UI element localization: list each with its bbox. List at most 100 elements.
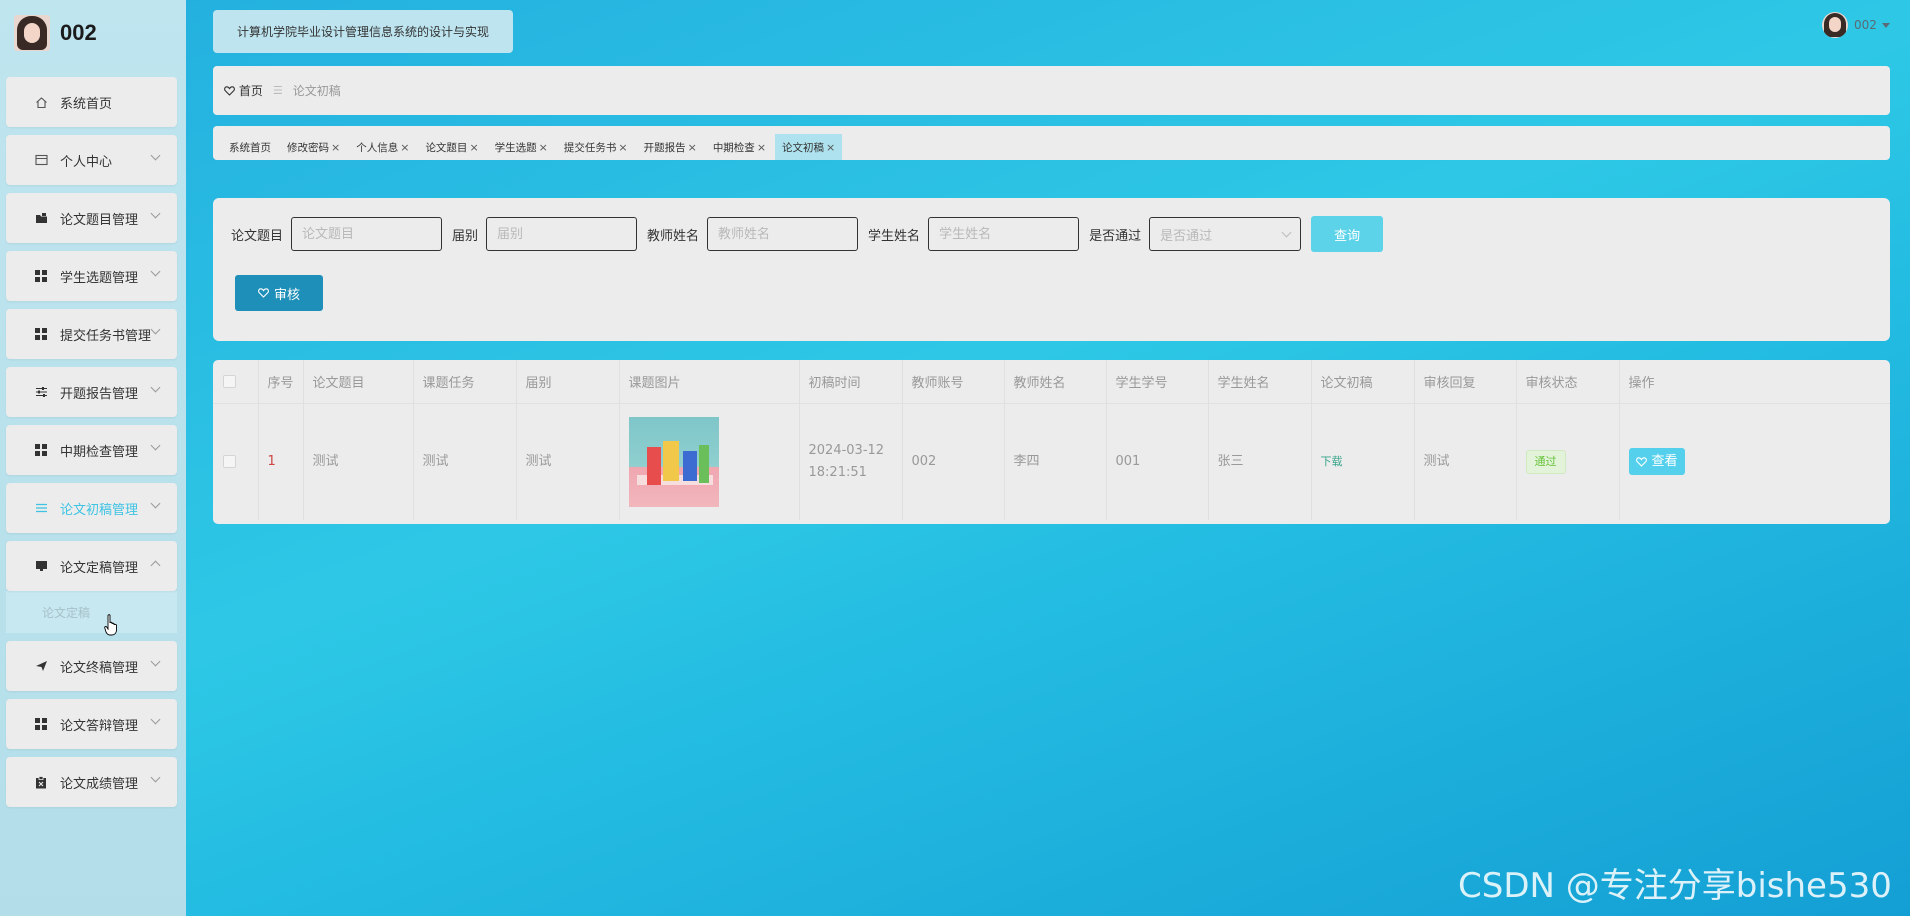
chevron-down-icon	[150, 656, 161, 667]
tab-label: 论文初稿	[782, 141, 825, 154]
close-icon[interactable]: ×	[539, 141, 548, 154]
close-icon[interactable]: ×	[688, 141, 697, 154]
tab-task-book[interactable]: 提交任务书 ×	[557, 134, 635, 160]
sidebar-item-task-book[interactable]: 提交任务书管理	[6, 309, 177, 359]
close-icon[interactable]: ×	[331, 141, 340, 154]
select-all-checkbox[interactable]	[223, 374, 236, 388]
sidebar-item-final-version[interactable]: 论文定稿管理	[6, 541, 177, 591]
cell-title: 测试	[303, 403, 414, 520]
column-header: 审核回复	[1414, 360, 1517, 404]
title-label: 论文题目	[231, 228, 284, 244]
heart-icon	[1635, 456, 1647, 467]
sidebar-item-first-draft[interactable]: 论文初稿管理	[6, 483, 177, 533]
close-icon[interactable]: ×	[400, 141, 409, 154]
close-icon[interactable]: ×	[826, 141, 835, 154]
sidebar-item-label: 学生选题管理	[60, 270, 139, 286]
tab-bar: 系统首页 修改密码 × 个人信息 × 论文题目 × 学生选题 × 提交任务书 × 开题报告…	[213, 126, 1890, 160]
sidebar-item-grades[interactable]: 论文成绩管理	[6, 757, 177, 807]
tab-thesis-topic[interactable]: 论文题目 ×	[418, 134, 485, 160]
avatar	[1822, 12, 1848, 38]
user-name: 002	[1854, 18, 1877, 32]
row-select-cell[interactable]	[213, 403, 259, 520]
chevron-down-icon	[150, 208, 161, 219]
sidebar-item-label: 论文答辩管理	[60, 718, 139, 734]
sidebar-item-final-draft[interactable]: 论文终稿管理	[6, 641, 177, 691]
column-header: 序号	[258, 360, 304, 404]
submenu-item-final-version[interactable]: 论文定稿	[6, 591, 177, 633]
user-menu[interactable]: 002	[1822, 12, 1890, 38]
sidebar-item-label: 开题报告管理	[60, 386, 139, 402]
avatar	[14, 15, 50, 51]
card-icon	[34, 153, 48, 167]
pass-select-placeholder: 是否通过	[1160, 228, 1213, 244]
cell-index: 1	[258, 403, 304, 520]
session-label: 届别	[452, 228, 479, 244]
teacher-name-input[interactable]	[707, 217, 859, 251]
grid-icon	[34, 327, 48, 341]
brand-username: 002	[60, 20, 97, 45]
pass-label: 是否通过	[1089, 228, 1142, 244]
query-button[interactable]: 查询	[1311, 216, 1384, 252]
chevron-down-icon	[150, 150, 161, 161]
search-row: 论文题目 届别 教师姓名 学生姓名 是否通过 是否通过 查询	[231, 216, 1384, 252]
sidebar-item-midterm-check[interactable]: 中期检查管理	[6, 425, 177, 475]
student-name-label: 学生姓名	[868, 228, 921, 244]
select-all-cell[interactable]	[213, 360, 259, 404]
table-header-row: 序号 论文题目 课题任务 届别 课题图片 初稿时间 教师账号 教师姓名 学生学号…	[213, 360, 1890, 404]
monitor-icon	[34, 559, 48, 573]
tab-label: 个人信息	[356, 141, 399, 154]
column-header: 论文初稿	[1311, 360, 1415, 404]
pass-select[interactable]: 是否通过	[1149, 217, 1302, 251]
close-icon[interactable]: ×	[757, 141, 766, 154]
sidebar-item-thesis-topic[interactable]: 论文题目管理	[6, 193, 177, 243]
audit-button[interactable]: 审核	[235, 275, 323, 311]
title-input[interactable]	[291, 217, 443, 251]
tab-label: 论文题目	[425, 141, 468, 154]
breadcrumb-home[interactable]: 首页	[224, 82, 263, 99]
sidebar-item-proposal-report[interactable]: 开题报告管理	[6, 367, 177, 417]
session-input[interactable]	[486, 217, 638, 251]
breadcrumb-home-label: 首页	[238, 84, 263, 98]
cell-student-no: 001	[1106, 403, 1209, 520]
data-table: 序号 论文题目 课题任务 届别 课题图片 初稿时间 教师账号 教师姓名 学生学号…	[213, 360, 1890, 524]
sidebar: 002 系统首页 个人中心 论文题目管理 学生选题管理 提交任务书管理 开题报告…	[0, 0, 186, 916]
tab-student-selection[interactable]: 学生选题 ×	[488, 134, 555, 160]
sidebar-item-label: 论文成绩管理	[60, 776, 139, 792]
sidebar-item-defense[interactable]: 论文答辩管理	[6, 699, 177, 749]
sidebar-item-label: 论文终稿管理	[60, 660, 139, 676]
tab-personal-info[interactable]: 个人信息 ×	[349, 134, 416, 160]
tab-first-draft[interactable]: 论文初稿 ×	[775, 134, 843, 160]
close-icon[interactable]: ×	[469, 141, 478, 154]
topic-image[interactable]	[628, 416, 719, 507]
close-icon[interactable]: ×	[618, 141, 627, 154]
column-header: 教师姓名	[1004, 360, 1107, 404]
tab-proposal-report[interactable]: 开题报告 ×	[637, 134, 704, 160]
chevron-down-icon	[1281, 227, 1292, 237]
chevron-down-icon	[150, 714, 161, 725]
grid-icon	[34, 269, 48, 283]
cell-task: 测试	[413, 403, 517, 520]
teacher-name-label: 教师姓名	[647, 228, 700, 244]
sidebar-item-student-selection[interactable]: 学生选题管理	[6, 251, 177, 301]
column-header: 操作	[1619, 360, 1890, 404]
sidebar-item-personal-center[interactable]: 个人中心	[6, 135, 177, 185]
chevron-down-icon	[150, 440, 161, 451]
column-header: 届别	[516, 360, 620, 404]
breadcrumb-separator: ☰	[272, 84, 283, 97]
column-header: 学生学号	[1106, 360, 1209, 404]
download-link[interactable]: 下载	[1321, 455, 1343, 468]
sidebar-item-label: 提交任务书管理	[60, 328, 152, 344]
chevron-down-icon	[150, 324, 161, 335]
sliders-icon	[34, 385, 48, 399]
tab-change-password[interactable]: 修改密码 ×	[280, 134, 347, 160]
student-name-input[interactable]	[928, 217, 1080, 251]
system-title: 计算机学院毕业设计管理信息系统的设计与实现	[213, 10, 513, 53]
list-icon	[34, 501, 48, 515]
sidebar-item-home[interactable]: 系统首页	[6, 77, 177, 127]
tab-home[interactable]: 系统首页	[222, 134, 278, 160]
view-button[interactable]: 查看	[1628, 448, 1685, 476]
cell-status: 通过	[1516, 403, 1620, 520]
tab-midterm-check[interactable]: 中期检查 ×	[706, 134, 773, 160]
row-checkbox[interactable]	[223, 455, 236, 469]
chevron-down-icon	[150, 498, 161, 509]
